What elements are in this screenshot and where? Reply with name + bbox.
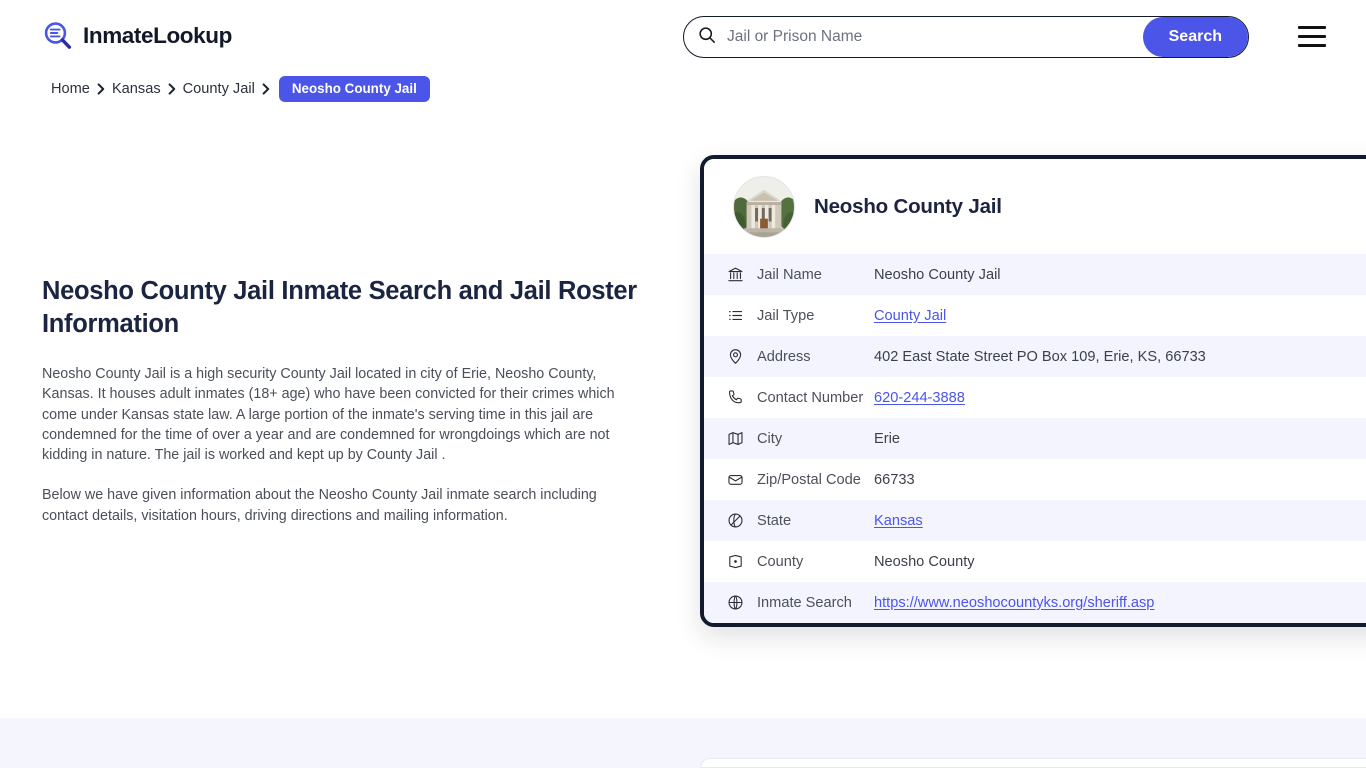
- site-header: InmateLookup Search: [0, 0, 1366, 72]
- row-label: Zip/Postal Code: [757, 471, 861, 488]
- hamburger-bar: [1298, 26, 1326, 30]
- table-row: Jail Name Neosho County Jail: [704, 254, 1366, 295]
- intro-paragraph-1: Neosho County Jail is a high security Co…: [42, 366, 615, 464]
- row-label: State: [757, 512, 792, 529]
- search-input[interactable]: [716, 17, 1144, 57]
- row-value-link[interactable]: Kansas: [874, 513, 923, 529]
- breadcrumb-current-page: Neosho County Jail: [278, 76, 430, 102]
- row-value-link[interactable]: 620-244-3888: [874, 390, 965, 406]
- map-icon: [725, 429, 745, 449]
- table-row: Address 402 East State Street PO Box 109…: [704, 336, 1366, 377]
- intro-paragraph-2: Below we have given information about th…: [42, 487, 597, 524]
- logo-text: InmateLookup: [83, 23, 232, 48]
- search-icon: [684, 26, 716, 49]
- row-label: Inmate Search: [757, 594, 852, 611]
- row-label: Jail Type: [757, 307, 815, 324]
- map-marker-icon: [725, 552, 745, 572]
- table-row: Zip/Postal Code 66733: [704, 459, 1366, 500]
- row-value: 66733: [874, 471, 915, 488]
- globe-icon: [725, 511, 745, 531]
- row-label: Contact Number: [757, 389, 864, 406]
- row-value-link[interactable]: County Jail: [874, 308, 946, 324]
- row-value: Erie: [874, 430, 900, 447]
- world-icon: [725, 593, 745, 613]
- page-title: Neosho County Jail Inmate Search and Jai…: [42, 277, 637, 338]
- map-pin-icon: [725, 347, 745, 367]
- row-value-link[interactable]: https://www.neoshocountyks.org/sheriff.a…: [874, 595, 1154, 611]
- list-icon: [725, 306, 745, 326]
- breadcrumb-item-kansas[interactable]: Kansas: [112, 81, 161, 97]
- breadcrumb-item-home[interactable]: Home: [51, 81, 90, 97]
- bank-icon: [725, 265, 745, 285]
- table-row: City Erie: [704, 418, 1366, 459]
- jail-card-title: Neosho County Jail: [814, 194, 1002, 218]
- jail-info-card: Neosho County Jail Jail Name Neosho Coun…: [700, 155, 1366, 627]
- search-button[interactable]: Search: [1142, 17, 1248, 57]
- jail-photo: [733, 175, 795, 238]
- breadcrumb: Home Kansas County Jail Neosho County Ja…: [51, 76, 430, 102]
- hamburger-bar: [1298, 43, 1326, 47]
- table-row: County Neosho County: [704, 541, 1366, 582]
- chevron-right-icon: [90, 82, 112, 96]
- jail-info-card-header: Neosho County Jail: [704, 159, 1366, 254]
- table-row: Contact Number 620-244-3888: [704, 377, 1366, 418]
- row-value: 402 East State Street PO Box 109, Erie, …: [874, 348, 1206, 365]
- row-label: Address: [757, 348, 811, 365]
- chevron-right-icon: [161, 82, 183, 96]
- row-label: Jail Name: [757, 266, 822, 283]
- search-bar[interactable]: Search: [683, 16, 1249, 58]
- breadcrumb-item-county-jail[interactable]: County Jail: [183, 81, 255, 97]
- next-section-card-stub: [700, 758, 1366, 768]
- hamburger-bar: [1298, 34, 1326, 39]
- hamburger-menu-icon[interactable]: [1298, 26, 1326, 47]
- row-value: Neosho County Jail: [874, 266, 1001, 283]
- table-row: Inmate Search https://www.neoshocountyks…: [704, 582, 1366, 623]
- magnifier-list-icon: [42, 20, 74, 52]
- chevron-right-icon: [255, 82, 277, 96]
- row-label: City: [757, 430, 783, 447]
- site-logo[interactable]: InmateLookup: [42, 20, 232, 52]
- envelope-icon: [725, 470, 745, 490]
- row-value: Neosho County: [874, 553, 975, 570]
- table-row: Jail Type County Jail: [704, 295, 1366, 336]
- main-content: Neosho County Jail Inmate Search and Jai…: [42, 275, 642, 526]
- phone-icon: [725, 388, 745, 408]
- table-row: State Kansas: [704, 500, 1366, 541]
- row-label: County: [757, 553, 804, 570]
